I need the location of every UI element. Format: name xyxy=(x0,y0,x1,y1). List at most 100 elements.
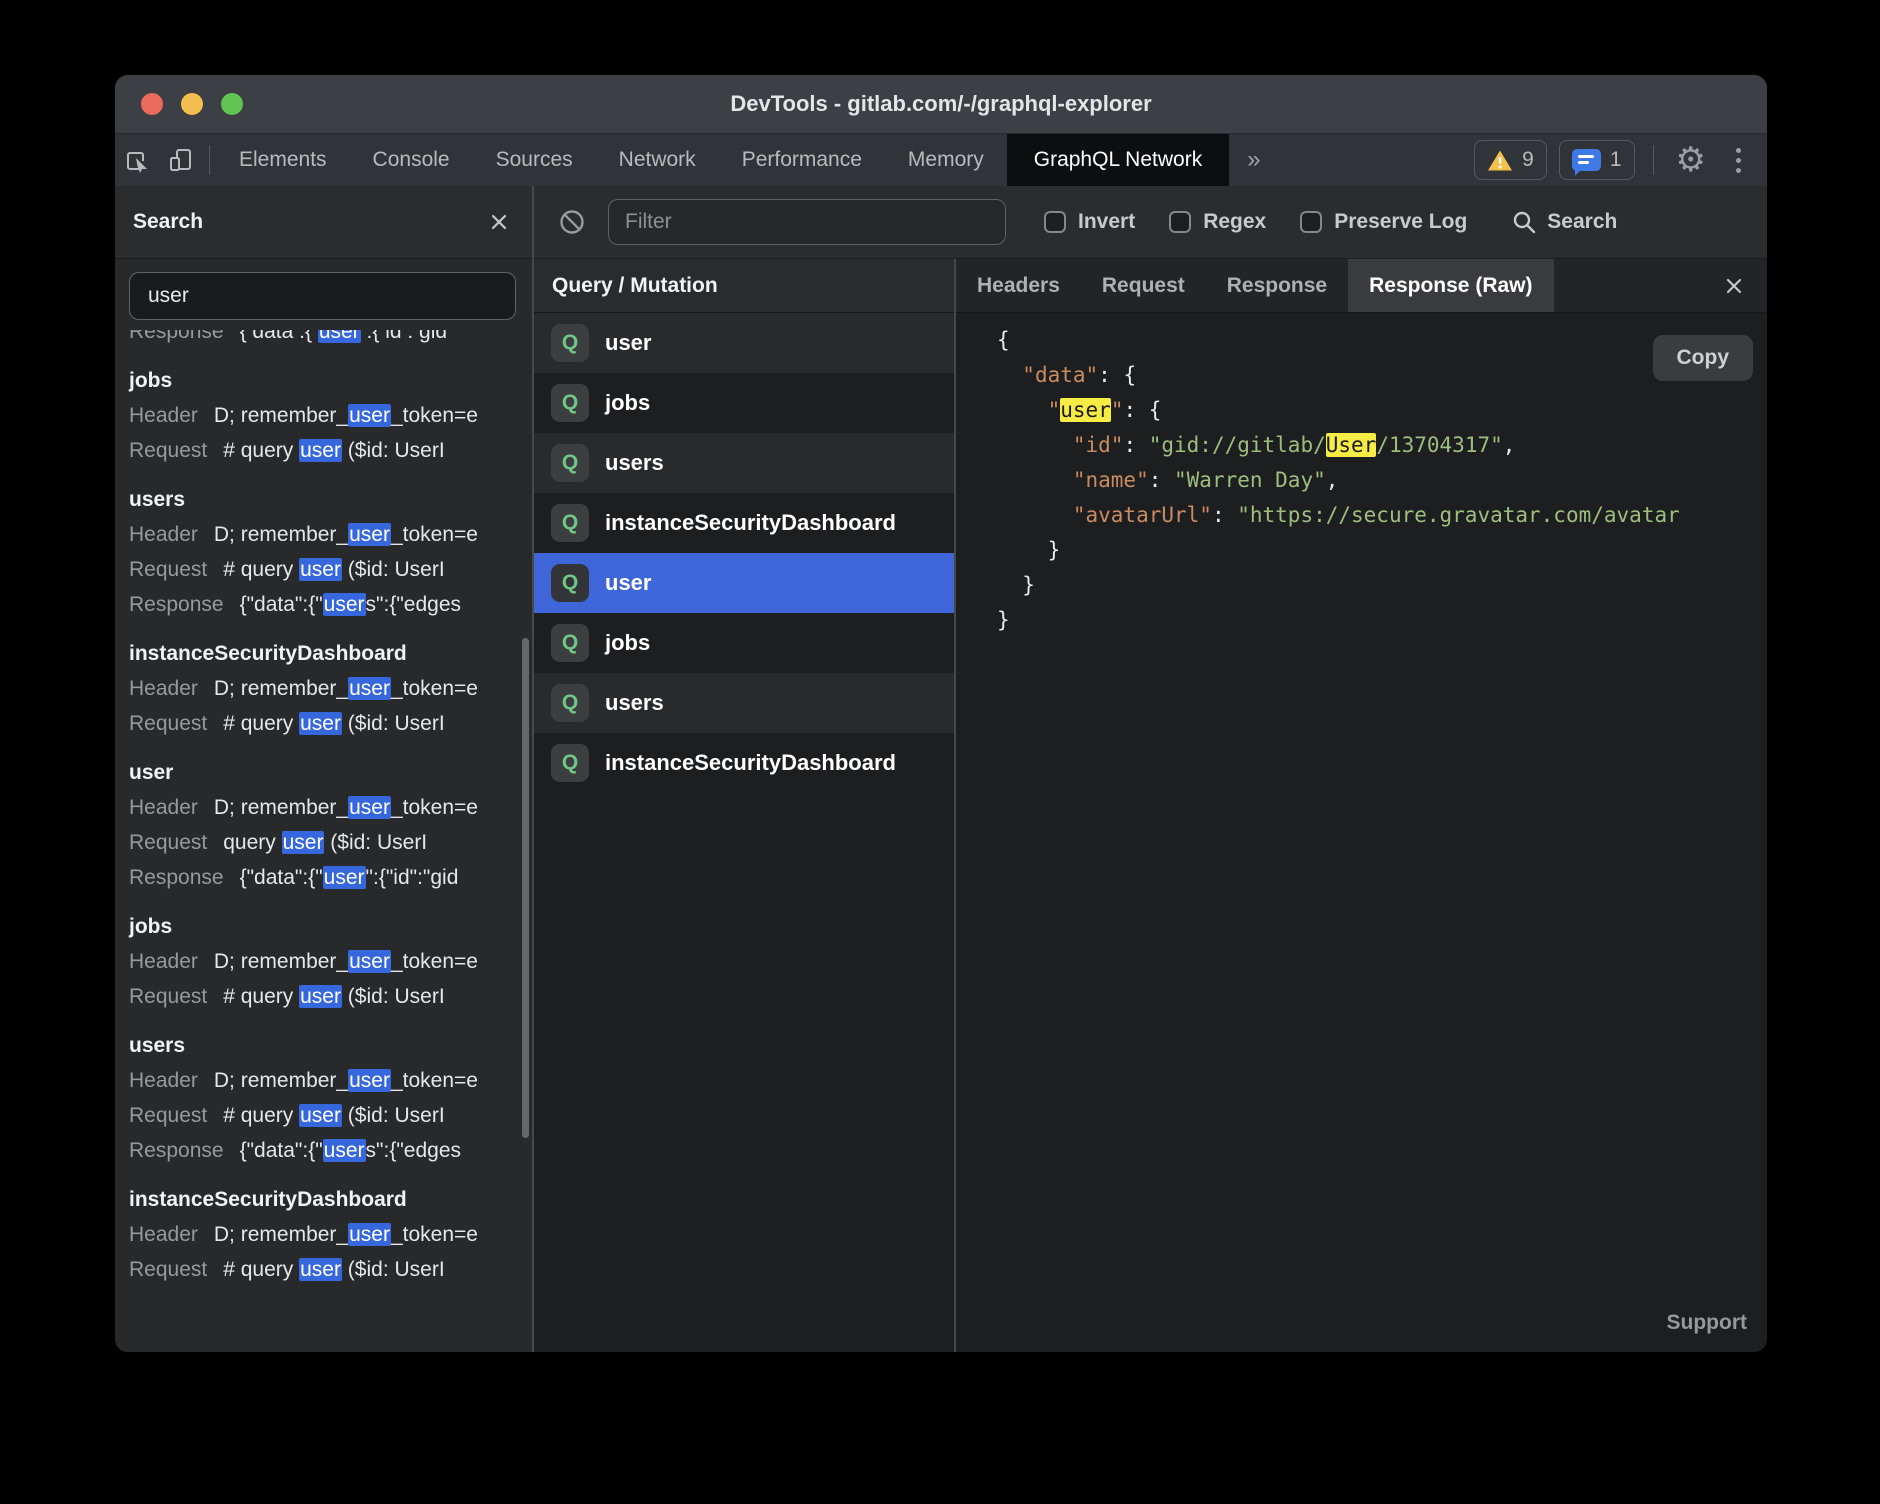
search-result-section-title[interactable]: instanceSecurityDashboard xyxy=(129,636,532,671)
search-result-row[interactable]: Requestquery user ($id: UserI xyxy=(129,825,532,860)
tab-response[interactable]: Response xyxy=(1206,259,1348,312)
search-result-row[interactable]: Response{"data":{"users":{"edges xyxy=(129,587,532,622)
search-result-section-title[interactable]: jobs xyxy=(129,363,532,398)
tab-response-raw[interactable]: Response (Raw) xyxy=(1348,259,1553,312)
json-token xyxy=(997,433,1073,457)
settings-gear-icon[interactable]: ⚙ xyxy=(1660,143,1722,177)
search-result-row[interactable]: HeaderD; remember_user_token=e xyxy=(129,671,532,706)
checkbox-preserve-log[interactable]: Preserve Log xyxy=(1300,210,1467,234)
json-token: "avatarUrl" xyxy=(1073,503,1212,527)
search-result-row[interactable]: HeaderD; remember_user_token=e xyxy=(129,517,532,552)
match-highlight: user xyxy=(348,1223,391,1246)
filter-toolbar: Invert Regex Preserve Log Search xyxy=(534,186,1767,259)
search-result-row[interactable]: Response{ data :{ user :{ id : gid xyxy=(129,330,532,349)
search-results: Response{ data :{ user :{ id : gidjobsHe… xyxy=(115,330,532,1352)
match-highlight: user xyxy=(318,330,361,343)
search-result-section-title[interactable]: users xyxy=(129,482,532,517)
json-token: : { xyxy=(1098,363,1136,387)
clear-log-icon[interactable] xyxy=(558,208,586,236)
checkbox-invert[interactable]: Invert xyxy=(1044,210,1135,234)
search-result-row[interactable]: Request# query user ($id: UserI xyxy=(129,979,532,1014)
result-field-label: Response xyxy=(129,866,224,889)
search-panel-close-icon[interactable] xyxy=(488,211,510,233)
query-list-item[interactable]: Qusers xyxy=(534,433,954,493)
search-result-row[interactable]: Request# query user ($id: UserI xyxy=(129,1098,532,1133)
search-scrollbar-thumb[interactable] xyxy=(522,638,529,1138)
search-result-section-title[interactable]: jobs xyxy=(129,909,532,944)
query-list-item[interactable]: Quser xyxy=(534,313,954,373)
search-result-row[interactable]: Response{"data":{"user":{"id":"gid xyxy=(129,860,532,895)
toolbar-search-button[interactable]: Search xyxy=(1511,209,1617,235)
search-panel-title: Search xyxy=(133,210,203,234)
tab-request[interactable]: Request xyxy=(1081,259,1206,312)
json-token: : { xyxy=(1123,398,1161,422)
checkbox-box xyxy=(1044,211,1066,233)
json-token: "https://secure.gravatar.com/avatar xyxy=(1237,503,1680,527)
messages-badge[interactable]: 1 xyxy=(1559,140,1635,180)
search-result-section-title[interactable]: user xyxy=(129,755,532,790)
search-input[interactable] xyxy=(129,272,516,320)
query-type-icon: Q xyxy=(551,444,589,482)
query-list-item[interactable]: Qjobs xyxy=(534,613,954,673)
tab-console[interactable]: Console xyxy=(350,134,473,186)
search-result-section-title[interactable]: instanceSecurityDashboard xyxy=(129,1182,532,1217)
kebab-menu-icon[interactable] xyxy=(1722,148,1767,173)
search-result-row[interactable]: HeaderD; remember_user_token=e xyxy=(129,1063,532,1098)
query-list-item[interactable]: QinstanceSecurityDashboard xyxy=(534,493,954,553)
support-link[interactable]: Support xyxy=(1667,1305,1747,1340)
query-list: QuserQjobsQusersQinstanceSecurityDashboa… xyxy=(534,313,954,1352)
chat-icon xyxy=(1572,149,1601,171)
close-window-button[interactable] xyxy=(141,93,163,115)
match-highlight: user xyxy=(323,866,366,889)
search-result-row[interactable]: Request# query user ($id: UserI xyxy=(129,552,532,587)
tab-performance[interactable]: Performance xyxy=(719,134,885,186)
tab-sources[interactable]: Sources xyxy=(473,134,596,186)
search-result-row[interactable]: HeaderD; remember_user_token=e xyxy=(129,398,532,433)
checkbox-regex[interactable]: Regex xyxy=(1169,210,1266,234)
json-token: , xyxy=(1503,433,1516,457)
match-highlight: user xyxy=(299,1104,342,1127)
result-field-label: Request xyxy=(129,558,207,581)
search-result-row[interactable]: Request# query user ($id: UserI xyxy=(129,1252,532,1287)
search-result-row[interactable]: HeaderD; remember_user_token=e xyxy=(129,790,532,825)
warnings-badge[interactable]: 9 xyxy=(1474,140,1547,180)
devtools-window: DevTools - gitlab.com/-/graphql-explorer… xyxy=(115,75,1767,1352)
search-result-row[interactable]: Response{"data":{"users":{"edges xyxy=(129,1133,532,1168)
search-result-row[interactable]: Request# query user ($id: UserI xyxy=(129,433,532,468)
inspect-element-icon[interactable] xyxy=(115,134,159,186)
checkbox-label: Invert xyxy=(1078,210,1135,234)
devtools-toolbar: ElementsConsoleSourcesNetworkPerformance… xyxy=(115,133,1767,186)
query-list-item-label: jobs xyxy=(605,390,650,416)
checkbox-label: Regex xyxy=(1203,210,1266,234)
tab-headers[interactable]: Headers xyxy=(956,259,1081,312)
detail-close-icon[interactable] xyxy=(1701,259,1767,312)
match-highlight: user xyxy=(348,796,391,819)
tab-memory[interactable]: Memory xyxy=(885,134,1007,186)
json-token xyxy=(997,363,1022,387)
message-count: 1 xyxy=(1610,148,1622,172)
query-list-item[interactable]: Quser xyxy=(534,553,954,613)
search-result-row[interactable]: Request# query user ($id: UserI xyxy=(129,706,532,741)
minimize-window-button[interactable] xyxy=(181,93,203,115)
more-tabs-chevron-icon[interactable]: » xyxy=(1229,146,1278,174)
search-result-row[interactable]: HeaderD; remember_user_token=e xyxy=(129,1217,532,1252)
device-toolbar-icon[interactable] xyxy=(159,134,203,186)
query-list-item[interactable]: Qjobs xyxy=(534,373,954,433)
query-type-icon: Q xyxy=(551,504,589,542)
copy-button[interactable]: Copy xyxy=(1653,335,1754,381)
search-result-row[interactable]: HeaderD; remember_user_token=e xyxy=(129,944,532,979)
query-type-icon: Q xyxy=(551,564,589,602)
tab-network[interactable]: Network xyxy=(596,134,719,186)
filter-input[interactable] xyxy=(608,199,1006,245)
result-field-label: Response xyxy=(129,593,224,616)
tab-elements[interactable]: Elements xyxy=(216,134,350,186)
query-list-item[interactable]: QinstanceSecurityDashboard xyxy=(534,733,954,793)
json-token: : xyxy=(1123,433,1148,457)
tab-graphql-network[interactable]: GraphQL Network xyxy=(1007,134,1229,186)
query-list-item[interactable]: Qusers xyxy=(534,673,954,733)
search-result-section-title[interactable]: users xyxy=(129,1028,532,1063)
toolbar-search-label: Search xyxy=(1547,210,1617,234)
json-line: "name": "Warren Day", xyxy=(997,463,1767,498)
zoom-window-button[interactable] xyxy=(221,93,243,115)
query-type-icon: Q xyxy=(551,744,589,782)
